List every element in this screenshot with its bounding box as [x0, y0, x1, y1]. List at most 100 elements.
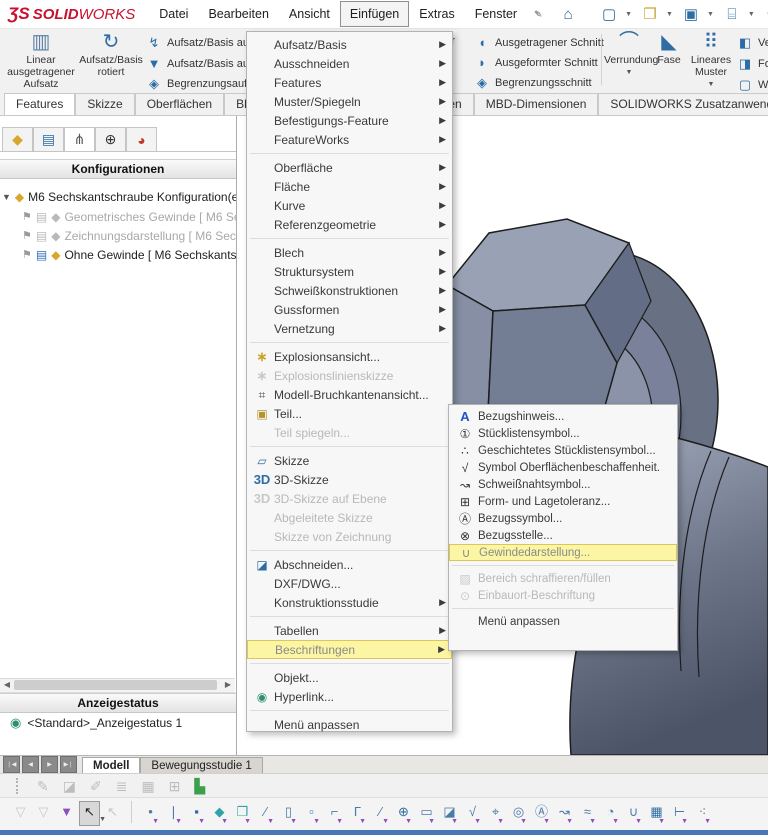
filter-button[interactable]: Γ ▼ ▼ [347, 801, 368, 826]
menu-item[interactable]: ∗ Explosionsansicht... ▶ [247, 347, 452, 366]
menu-item[interactable]: ▱ Skizze ▶ [247, 451, 452, 470]
configuration-root-node[interactable]: ▼ ◆ M6 Sechskantschraube Konfiguration(e… [2, 187, 236, 207]
tab-nav-button[interactable]: ◀ [22, 756, 39, 773]
configuration-node[interactable]: ⚑ ▤ ◆ Zeichnungsdarstellung [ M6 Sech [2, 226, 236, 245]
menu-item[interactable]: ∪ Gewindedarstellung... ▶ [449, 544, 677, 561]
display-state-item[interactable]: ◉ <Standard>_Anzeigestatus 1 [10, 715, 182, 731]
dropdown-caret-icon[interactable]: ▼ [625, 11, 632, 18]
ribbon-big-button[interactable]: ⠿ Lineares Muster ▼ [684, 31, 738, 91]
filter-button[interactable]: ⁖ ▼ ▼ [692, 801, 713, 826]
filter-button[interactable]: ❘ ▼ ▼ [163, 801, 184, 826]
filter-button[interactable]: ↝ ▼ ▼ [554, 801, 575, 826]
markup-tool-button[interactable]: ▦ [141, 778, 154, 795]
ribbon-small-button[interactable]: ◨ Formschräge [737, 56, 768, 72]
filter-button[interactable]: ◎ ▼ ▼ [508, 801, 529, 826]
menu-item[interactable]: Blech ▶ [247, 243, 452, 262]
menu-item[interactable]: 3D 3D-Skizze ▶ [247, 470, 452, 489]
command-tab[interactable]: Skizze [75, 93, 135, 115]
menu-item[interactable]: ⊞ Form- und Lagetoleranz... ▶ [449, 493, 677, 510]
menu-item[interactable]: Kurve ▶ [247, 196, 452, 215]
filter-button[interactable]: ▽ ▼ ▼ [33, 801, 54, 826]
menu-item[interactable]: Abgeleitete Skizze ▶ [247, 508, 452, 527]
menu-item[interactable]: ◉ Hyperlink... ▶ [247, 687, 452, 706]
filter-button[interactable]: ∕ ▼ ▼ [370, 801, 391, 826]
ribbon-small-button[interactable]: ▢ Wandung [737, 77, 768, 93]
filter-button[interactable]: √ ▼ ▼ [462, 801, 483, 826]
menu-item[interactable]: ◪ Abschneiden... ▶ [247, 555, 452, 574]
menu-item[interactable]: ▨ Bereich schraffieren/füllen ▶ [449, 570, 677, 587]
menubar-item[interactable]: Fenster [465, 1, 527, 27]
markup-tool-button[interactable]: ◪ [63, 778, 76, 795]
quickbar-button[interactable]: ↶ ▼ [760, 2, 768, 26]
menu-item[interactable]: Menü anpassen ▶ [449, 613, 677, 630]
command-tab[interactable]: SOLIDWORKS Zusatzanwendungen [598, 93, 768, 115]
quickbar-button[interactable]: ❒ ▼ [637, 2, 676, 26]
tab-nav-button[interactable]: ❘◀ [3, 756, 20, 773]
menu-item[interactable]: Features ▶ [247, 73, 452, 92]
filter-button[interactable]: ◪ ▼ ▼ [439, 801, 460, 826]
quickbar-button[interactable]: ⌸ ▼ [719, 2, 758, 26]
markup-tool-button[interactable]: ▙ [194, 778, 205, 795]
tab-nav-button[interactable]: ▶ [41, 756, 58, 773]
filter-button[interactable]: ⊢ ▼ ▼ [669, 801, 690, 826]
markup-tool-button[interactable]: ✎ [37, 778, 49, 795]
menu-item[interactable]: √ Symbol Oberflächenbeschaffenheit... ▶ [449, 459, 677, 476]
filter-button[interactable]: • ▼ ▼ [140, 801, 161, 826]
menu-item[interactable]: Beschriftungen ▶ [247, 640, 452, 659]
ribbon-big-button[interactable]: ◣ Fase ▼ [652, 31, 686, 79]
menu-item[interactable]: Referenzgeometrie ▶ [247, 215, 452, 234]
menu-item[interactable]: ∴ Geschichtetes Stücklistensymbol... ▶ [449, 442, 677, 459]
menu-item[interactable]: DXF/DWG... ▶ [247, 574, 452, 593]
panel-tab[interactable]: ⋔ [64, 127, 95, 152]
menu-item[interactable]: Ausschneiden ▶ [247, 54, 452, 73]
ribbon-small-button[interactable]: ◗ Ausgeformter Schnitt [474, 55, 604, 70]
filter-button[interactable]: Ⓐ ▼ ▼ [531, 801, 552, 826]
scrollbar-thumb[interactable] [14, 680, 217, 690]
menubar-item[interactable]: Ansicht [279, 1, 340, 27]
filter-button[interactable]: ⌐ ▼ ▼ [324, 801, 345, 826]
command-tab[interactable]: MBD-Dimensionen [473, 93, 599, 115]
menu-item[interactable]: Schweißkonstruktionen ▶ [247, 281, 452, 300]
filter-button[interactable]: ◆ ▼ ▼ [209, 801, 230, 826]
markup-tool-button[interactable]: ⊞ [169, 778, 181, 795]
menubar-item[interactable]: Bearbeiten [198, 1, 278, 27]
filter-button[interactable]: ↖ ▼ ▼ [79, 801, 106, 826]
menubar-item[interactable]: Einfügen [339, 1, 410, 27]
menu-item[interactable]: ▣ Teil... ▶ [247, 404, 452, 423]
ribbon-small-button[interactable]: ◖ Ausgetragener Schnitt [474, 35, 604, 50]
configuration-node[interactable]: ⚑ ▤ ◆ Ohne Gewinde [ M6 Sechskantsch [2, 245, 236, 264]
filter-button[interactable]: ❒ ▼ ▼ [232, 801, 253, 826]
filter-button[interactable]: ▽ ▼ ▼ [10, 801, 31, 826]
dropdown-caret-icon[interactable]: ▼ [666, 11, 673, 18]
filter-button[interactable]: ≈ ▼ ▼ [577, 801, 598, 826]
menu-item[interactable]: Konstruktionsstudie ▶ [247, 593, 452, 612]
filter-button[interactable]: ▪ ▼ ▼ [186, 801, 207, 826]
menu-item[interactable]: ∗ Explosionslinienskizze ▶ [247, 366, 452, 385]
menu-item[interactable]: A Bezugshinweis... ▶ [449, 408, 677, 425]
configuration-node[interactable]: ⚑ ▤ ◆ Geometrisches Gewinde [ M6 Sech [2, 207, 236, 226]
ribbon-small-button[interactable]: ◈ Begrenzungsschnitt [474, 75, 604, 91]
scroll-right-icon[interactable]: ▶ [222, 680, 234, 690]
ribbon-big-button[interactable]: ▥ Linear ausgetragener Aufsatz ▼ [6, 31, 76, 93]
panel-tab[interactable]: ◆ [2, 127, 33, 152]
menu-item[interactable]: Teil spiegeln... ▶ [247, 423, 452, 442]
menu-item[interactable]: ⊙ Einbauort-Beschriftung ▶ [449, 587, 677, 604]
ribbon-small-button[interactable]: ◧ Verstärkungsrippe [737, 35, 768, 51]
panel-horizontal-scrollbar[interactable]: ◀ ▶ [0, 678, 235, 693]
tab-nav-button[interactable]: ▶❘ [60, 756, 77, 773]
pin-menubar-icon[interactable]: ✒ [530, 5, 547, 22]
panel-tab[interactable]: ◕ [126, 127, 157, 152]
dropdown-caret-icon[interactable]: ▼ [748, 11, 755, 18]
filter-button[interactable]: ▯ ▼ ▼ [278, 801, 299, 826]
menu-item[interactable]: Skizze von Zeichnung ▶ [247, 527, 452, 546]
markup-tool-button[interactable]: ≣ [116, 778, 128, 795]
filter-button[interactable]: ⊕ ▼ ▼ [393, 801, 414, 826]
menu-item[interactable]: Gussformen ▶ [247, 300, 452, 319]
expander-icon[interactable]: ▼ [2, 192, 11, 202]
menu-item[interactable]: ↝ Schweißnahtsymbol... ▶ [449, 476, 677, 493]
study-tab[interactable]: Bewegungsstudie 1 [140, 757, 263, 774]
quickbar-button[interactable]: ▢ ▼ [596, 2, 635, 26]
menu-item[interactable]: ① Stücklistensymbol... ▶ [449, 425, 677, 442]
study-tab[interactable]: Modell [82, 757, 141, 774]
menu-item[interactable]: ⌗ Modell-Bruchkantenansicht... ▶ [247, 385, 452, 404]
